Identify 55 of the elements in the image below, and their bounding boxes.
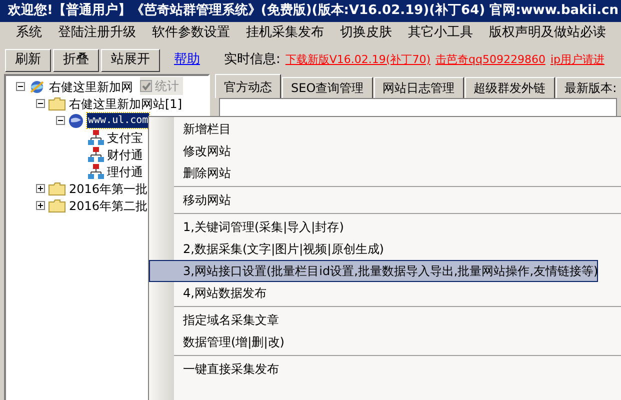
window-title: 欢迎您!【普通用户】《芭奇站群管理系统》(免费版)(版本:V16.02.19)(补丁64) 官网:www.bakii.cn: [8, 2, 618, 20]
folder-icon: [48, 182, 66, 196]
folder-icon: [48, 96, 66, 110]
menu-item[interactable]: 软件参数设置: [152, 23, 230, 43]
toolbar-button[interactable]: 站展开: [101, 48, 160, 72]
minus-icon: [57, 117, 64, 124]
folder-icon: [48, 198, 66, 212]
context-menu-item[interactable]: 指定域名采集文章: [149, 309, 598, 331]
collapse-toggle[interactable]: [16, 82, 25, 91]
context-menu-item[interactable]: 修改网站: [149, 140, 598, 162]
menu-item[interactable]: 版权声明及做站必读: [489, 23, 606, 43]
globe-icon: [68, 112, 84, 128]
minus-icon: [17, 83, 24, 90]
tab[interactable]: 网站日志管理: [374, 77, 464, 98]
menu-item[interactable]: 登陆注册升级: [58, 23, 136, 43]
tree-item[interactable]: www.ul.com: [87, 113, 150, 128]
context-menu-item[interactable]: 新增栏目: [149, 118, 598, 140]
minus-icon: [37, 100, 44, 107]
context-menu-item[interactable]: 4,网站数据发布: [149, 282, 598, 304]
expand-toggle[interactable]: [36, 184, 45, 193]
sitemap-icon: [88, 146, 104, 162]
menu-item[interactable]: 切换皮肤: [340, 23, 392, 43]
check-icon: [142, 82, 150, 90]
context-menu-item[interactable]: 一键直接采集发布: [149, 358, 598, 380]
menu-item[interactable]: 系统: [16, 23, 42, 43]
context-menu-item[interactable]: 删除网站: [149, 162, 598, 184]
tree-item[interactable]: 2016年第二批: [69, 196, 148, 214]
tree-item[interactable]: 右健这里新加网: [49, 78, 133, 96]
context-menu-item[interactable]: 移动网站: [149, 189, 598, 211]
info-label: 实时信息:: [224, 51, 280, 70]
globe-network-icon: [28, 78, 46, 94]
tab[interactable]: 最新版本:: [556, 77, 621, 98]
tree-item[interactable]: 理付通: [107, 162, 143, 180]
sitemap-icon: [88, 164, 104, 180]
collapse-toggle[interactable]: [36, 99, 45, 108]
collapse-toggle[interactable]: [56, 116, 65, 125]
tab[interactable]: 超级群发外链: [464, 77, 555, 98]
sitemap-icon: [88, 130, 104, 146]
plus-icon: [37, 185, 44, 192]
tree-item[interactable]: 财付通: [107, 146, 143, 164]
context-menu-item[interactable]: 数据管理(增|删|改): [149, 331, 598, 353]
tree-item[interactable]: 2016年第一批: [69, 180, 148, 198]
context-menu-item[interactable]: 2,数据采集(文字|图片|视频|原创生成): [149, 238, 598, 260]
tab[interactable]: SEO查询管理: [282, 77, 373, 98]
plus-icon: [37, 202, 44, 209]
menu-item[interactable]: 其它小工具: [408, 23, 473, 43]
menu-item[interactable]: 挂机采集发布: [246, 23, 324, 43]
help-link[interactable]: 帮助: [174, 50, 200, 70]
tab[interactable]: 官方动态: [215, 74, 281, 98]
toolbar-button[interactable]: 刷新: [5, 48, 51, 72]
toolbar-button[interactable]: 折叠: [53, 48, 99, 72]
tree-item[interactable]: 右健这里新加网站[1]: [69, 94, 182, 112]
context-menu-item[interactable]: 1,关键词管理(采集|导入|封存): [149, 216, 598, 238]
tree-item[interactable]: 支付宝: [107, 128, 143, 146]
expand-toggle[interactable]: [36, 201, 45, 210]
